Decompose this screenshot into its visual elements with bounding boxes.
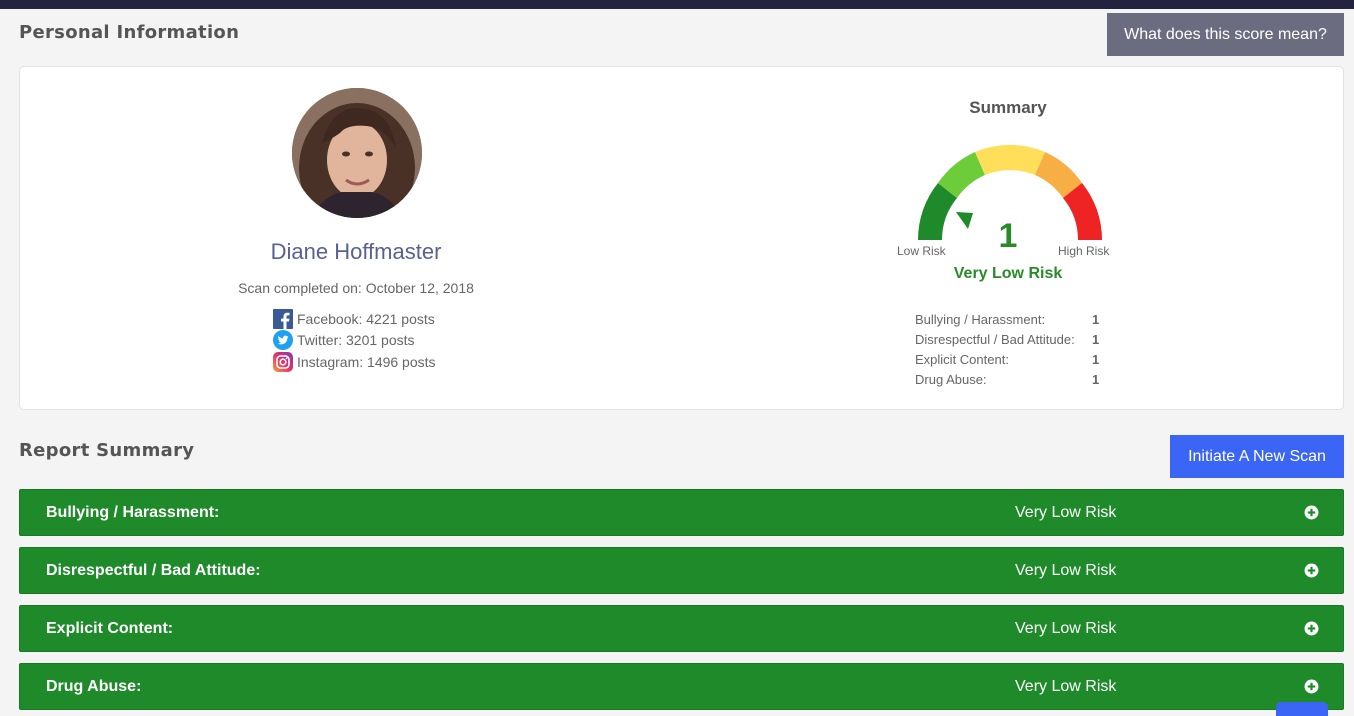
report-row-drug-abuse[interactable]: Drug Abuse: Very Low Risk [19,663,1344,710]
twitter-posts-label: Twitter: 3201 posts [297,332,415,348]
scroll-to-top-button[interactable] [1276,702,1328,716]
twitter-posts: Twitter: 3201 posts [273,330,415,350]
summary-category-value: 1 [1092,312,1100,327]
initiate-new-scan-button[interactable]: Initiate A New Scan [1170,435,1344,478]
summary-category-row: Bullying / Harassment: 1 [915,312,1115,332]
top-bar [0,0,1354,9]
report-row-label: Drug Abuse: [46,678,142,695]
summary-category-value: 1 [1092,372,1100,387]
report-summary-title: Report Summary [19,440,195,461]
report-row-risk: Very Low Risk [1015,678,1117,695]
summary-category-label: Disrespectful / Bad Attitude: [915,332,1075,347]
plus-circle-icon[interactable] [1304,621,1319,636]
risk-score: 1 [998,217,1018,255]
report-row-label: Explicit Content: [46,620,174,637]
report-row-disrespectful[interactable]: Disrespectful / Bad Attitude: Very Low R… [19,547,1344,594]
score-meaning-button[interactable]: What does this score mean? [1107,13,1344,56]
low-risk-label: Low Risk [897,244,946,258]
avatar-image [292,88,422,218]
summary-category-value: 1 [1092,332,1100,347]
instagram-icon [273,352,293,372]
profile-name: Diane Hoffmaster [270,239,442,264]
plus-circle-icon[interactable] [1304,679,1319,694]
personal-information-title: Personal Information [19,22,240,43]
risk-level-text: Very Low Risk [953,265,1063,282]
twitter-icon [273,330,293,350]
report-row-risk: Very Low Risk [1015,562,1117,579]
plus-circle-icon[interactable] [1304,563,1319,578]
personal-information-card: Diane Hoffmaster Scan completed on: Octo… [19,66,1344,410]
avatar [292,88,422,218]
report-row-label: Bullying / Harassment: [46,504,220,521]
report-row-risk: Very Low Risk [1015,620,1117,637]
summary-category-row: Explicit Content: 1 [915,352,1115,372]
summary-title: Summary [969,98,1047,117]
summary-category-row: Drug Abuse: 1 [915,372,1115,392]
report-row-label: Disrespectful / Bad Attitude: [46,562,261,579]
report-row-risk: Very Low Risk [1015,504,1117,521]
summary-category-label: Explicit Content: [915,352,1009,367]
summary-category-label: Bullying / Harassment: [915,312,1046,327]
instagram-posts: Instagram: 1496 posts [273,352,436,372]
high-risk-label: High Risk [1058,244,1110,258]
report-row-bullying[interactable]: Bullying / Harassment: Very Low Risk [19,489,1344,536]
facebook-posts: Facebook: 4221 posts [273,309,435,329]
report-row-explicit-content[interactable]: Explicit Content: Very Low Risk [19,605,1344,652]
facebook-posts-label: Facebook: 4221 posts [297,311,435,327]
summary-category-row: Disrespectful / Bad Attitude: 1 [915,332,1115,352]
summary-category-value: 1 [1092,352,1100,367]
summary-category-label: Drug Abuse: [915,372,987,387]
instagram-posts-label: Instagram: 1496 posts [297,354,436,370]
facebook-icon [273,309,293,329]
scan-completed-date: Scan completed on: October 12, 2018 [238,280,474,296]
plus-circle-icon[interactable] [1304,505,1319,520]
